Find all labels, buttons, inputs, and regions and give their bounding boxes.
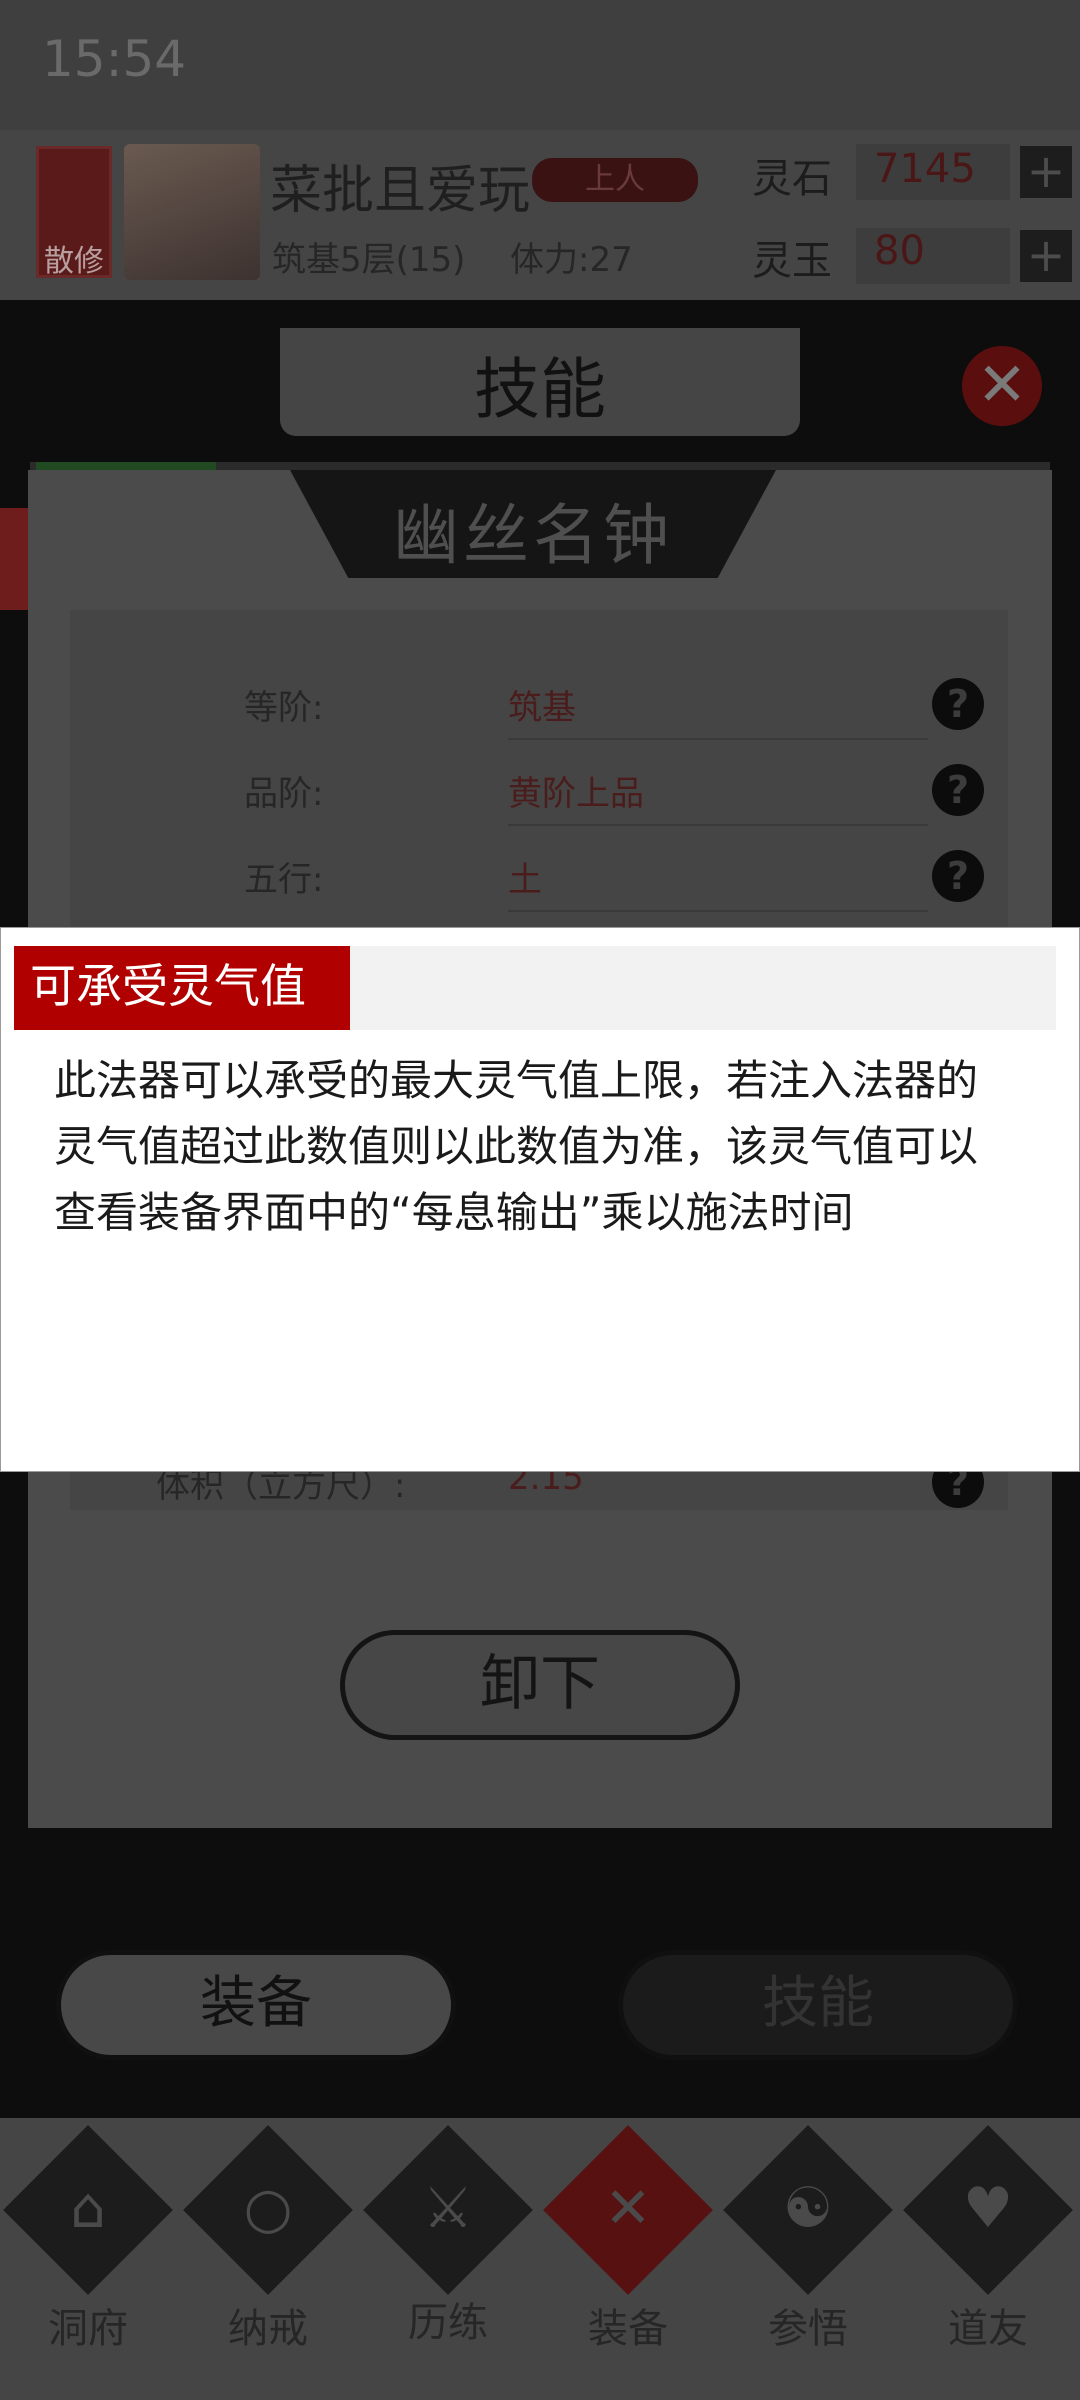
currency-value-spirit-jade: 80 <box>874 228 925 274</box>
stamina: 体力:27 <box>510 240 633 280</box>
nav-label-lilian[interactable]: 历练 <box>378 2290 518 2348</box>
equip-glyph: ✕ <box>604 2176 652 2241</box>
help-icon[interactable]: ? <box>932 850 984 902</box>
nav-label-canwu[interactable]: 参悟 <box>738 2296 878 2354</box>
dialog-title: 可承受灵气值 <box>30 959 306 1013</box>
nav-label-daoyou[interactable]: 道友 <box>918 2296 1058 2354</box>
skill-tab-button[interactable]: 技能 <box>618 1950 1018 2060</box>
player-name: 菜批且爱玩 <box>270 161 531 221</box>
status-time: 15:54 <box>42 30 187 88</box>
avatar[interactable] <box>124 144 260 280</box>
item-name: 幽丝名钟 <box>393 497 673 574</box>
pavilion-glyph: ⌂ <box>70 2176 106 2241</box>
meditate-glyph: ☯ <box>782 2176 834 2241</box>
attribute-divider <box>508 824 928 826</box>
dialog-body: 此法器可以承受的最大灵气值上限，若注入法器的灵气值超过此数值则以此数值为准，该灵… <box>54 1056 979 1237</box>
friends-glyph: ♥ <box>962 2176 1014 2241</box>
help-icon[interactable]: ? <box>932 764 984 816</box>
currency-value-spirit-stone: 7145 <box>874 146 976 192</box>
attribute-label: 品阶: <box>244 774 324 814</box>
currency-name-spirit-jade: 灵玉 <box>752 238 832 284</box>
cultivation-level: 筑基5层(15) <box>272 240 466 280</box>
attribute-label: 五行: <box>244 860 324 900</box>
attribute-value: 黄阶上品 <box>508 774 644 814</box>
add-spirit-stone-button[interactable]: + <box>1020 146 1072 198</box>
currency-name-spirit-stone: 灵石 <box>752 156 832 202</box>
attribute-divider <box>508 910 928 912</box>
attribute-divider <box>508 738 928 740</box>
attribute-label: 等阶: <box>244 688 324 728</box>
unequip-button[interactable]: 卸下 <box>340 1630 740 1740</box>
nav-label-najie[interactable]: 纳戒 <box>198 2296 338 2354</box>
help-icon[interactable]: ? <box>932 678 984 730</box>
sect-label: 散修 <box>44 244 104 279</box>
attribute-value: 土 <box>508 860 542 900</box>
nav-label-dongfu[interactable]: 洞府 <box>18 2296 158 2354</box>
bottom-nav <box>0 2118 1080 2400</box>
rank-badge: 上人 <box>532 158 698 202</box>
nav-label-zhuangbei[interactable]: 装备 <box>558 2296 698 2354</box>
window-title: 技能 <box>474 351 606 428</box>
close-icon[interactable]: ✕ <box>962 346 1042 426</box>
ring-glyph: ○ <box>243 2176 293 2241</box>
add-spirit-jade-button[interactable]: + <box>1020 230 1072 282</box>
attribute-value: 筑基 <box>508 688 576 728</box>
swords-glyph: ⚔ <box>422 2176 474 2241</box>
equip-tab-button[interactable]: 装备 <box>56 1950 456 2060</box>
